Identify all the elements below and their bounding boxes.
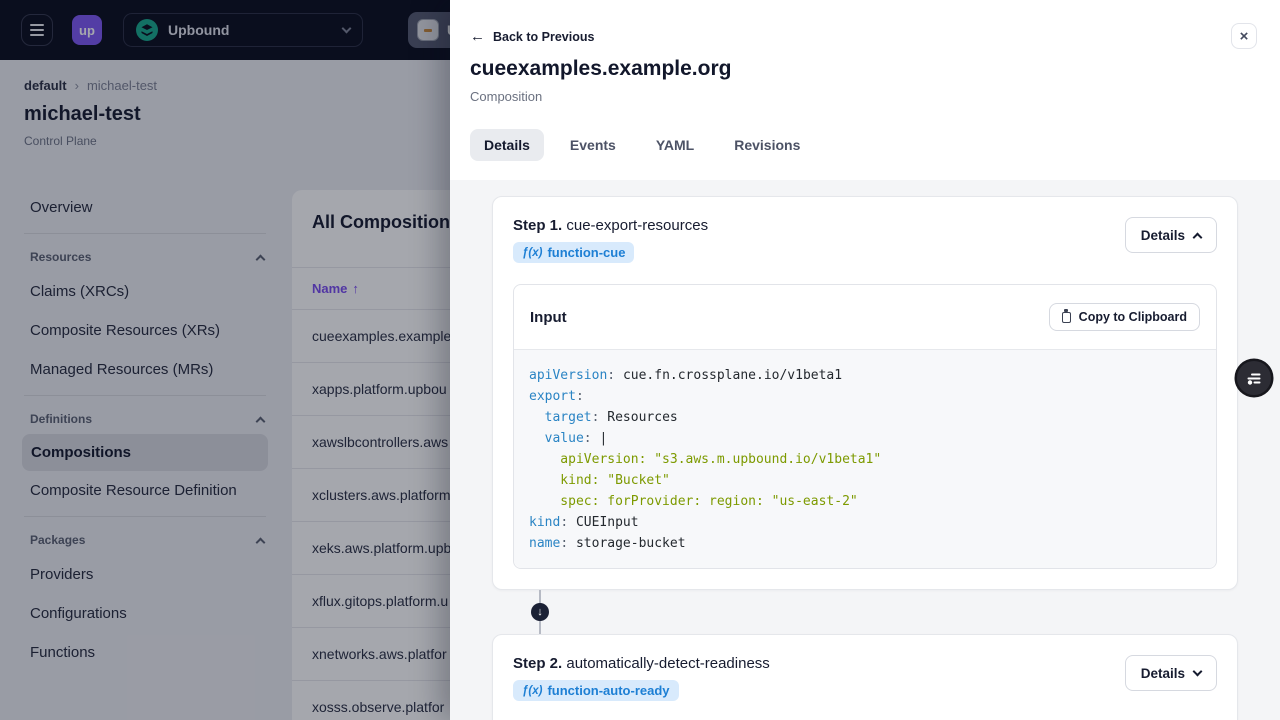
feedback-widget-button[interactable]	[1237, 361, 1271, 395]
close-icon: ×	[1239, 27, 1249, 45]
step-title: Step 1. cue-export-resources	[513, 217, 708, 234]
clipboard-icon	[1061, 309, 1071, 323]
pipeline-connector: ↓	[492, 590, 1238, 634]
drawer-subtitle: Composition	[470, 89, 543, 104]
function-badge: ƒ(x) function-auto-ready	[513, 680, 679, 701]
composition-details-drawer: ← Back to Previous × cueexamples.example…	[450, 0, 1280, 720]
screen: up Upbound U default › michael-test mich…	[0, 0, 1280, 720]
back-label: Back to Previous	[493, 29, 595, 44]
step-header: Step 1. cue-export-resources ƒ(x) functi…	[513, 217, 1217, 263]
tab-events[interactable]: Events	[556, 129, 630, 161]
back-arrow-icon: ←	[470, 28, 485, 45]
function-icon: ƒ(x)	[522, 246, 543, 259]
copy-to-clipboard-button[interactable]: Copy to Clipboard	[1048, 303, 1200, 331]
step-name: cue-export-resources	[566, 217, 709, 234]
function-badge-label: function-cue	[547, 245, 626, 260]
step-number: Step 2.	[513, 655, 563, 672]
code-block: apiVersion: cue.fn.crossplane.io/v1beta1…	[514, 349, 1216, 568]
down-arrow-icon: ↓	[531, 603, 549, 621]
function-badge: ƒ(x) function-cue	[513, 242, 635, 263]
pipeline-step-2-card: Step 2. automatically-detect-readiness ƒ…	[492, 634, 1238, 720]
step-header: Step 2. automatically-detect-readiness ƒ…	[513, 655, 1217, 701]
drawer-title: cueexamples.example.org	[470, 57, 732, 80]
step-title: Step 2. automatically-detect-readiness	[513, 655, 770, 672]
pipeline-step-1-card: Step 1. cue-export-resources ƒ(x) functi…	[492, 196, 1238, 590]
tab-revisions[interactable]: Revisions	[720, 129, 814, 161]
step-name: automatically-detect-readiness	[566, 655, 770, 672]
close-button[interactable]: ×	[1231, 23, 1257, 49]
input-panel-header: Input Copy to Clipboard	[514, 285, 1216, 349]
copy-button-label: Copy to Clipboard	[1078, 310, 1187, 324]
drawer-tabs: Details Events YAML Revisions	[470, 129, 814, 161]
step-details-toggle-button[interactable]: Details	[1124, 217, 1217, 253]
step-number: Step 1.	[513, 217, 563, 234]
step-details-toggle-button[interactable]: Details	[1124, 655, 1217, 691]
feedback-icon	[1247, 373, 1261, 385]
function-icon: ƒ(x)	[522, 684, 543, 697]
input-panel-title: Input	[530, 308, 567, 326]
details-button-label: Details	[1140, 227, 1185, 243]
chevron-up-icon	[1192, 232, 1203, 242]
input-panel: Input Copy to Clipboard apiVersion: cue.…	[513, 284, 1217, 569]
chevron-down-icon	[1192, 666, 1203, 677]
back-to-previous-link[interactable]: ← Back to Previous	[470, 28, 594, 45]
tab-details[interactable]: Details	[470, 129, 544, 161]
drawer-body: Step 1. cue-export-resources ƒ(x) functi…	[450, 180, 1280, 720]
function-badge-label: function-auto-ready	[547, 683, 670, 698]
details-button-label: Details	[1140, 665, 1185, 681]
tab-yaml[interactable]: YAML	[642, 129, 708, 161]
